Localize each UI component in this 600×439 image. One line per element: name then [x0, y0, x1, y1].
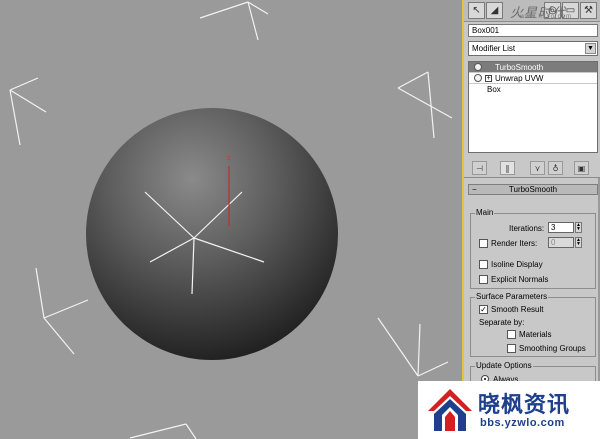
main-group: Main Iterations: 3 ▲ ▼ Render Iters: 0 ▲ ▼…: [470, 208, 596, 289]
configure-sets-icon[interactable]: ▣: [574, 161, 589, 175]
viewport-scene: z: [9, 1, 453, 439]
chevron-down-icon[interactable]: ▼: [585, 43, 596, 54]
stack-item-box[interactable]: Box: [469, 84, 597, 95]
main-group-title: Main: [475, 208, 495, 217]
modifier-list-dropdown[interactable]: Modifier List ▼: [468, 41, 598, 56]
surface-group-title: Surface Parameters: [475, 292, 549, 301]
explicit-normals-checkbox[interactable]: [479, 275, 488, 284]
command-panel: ↖ ◢ ◎ ▭ ⚒ 火星时代 www.hxsd.com Box001 Modif…: [462, 0, 600, 439]
materials-checkbox[interactable]: [507, 330, 516, 339]
modifier-stack[interactable]: TurboSmooth + Unwrap UVW Box: [468, 61, 598, 153]
render-iters-label: Render Iters:: [491, 239, 538, 248]
isoline-display-checkbox[interactable]: [479, 260, 488, 269]
site-logo: 晓枫资讯 bbs.yzwlo.com: [418, 381, 600, 439]
iterations-spinner[interactable]: 3: [548, 222, 574, 233]
remove-modifier-icon[interactable]: ♁: [548, 161, 563, 175]
stack-item-unwrap-uvw[interactable]: + Unwrap UVW: [469, 73, 597, 84]
render-iters-checkbox[interactable]: [479, 239, 488, 248]
expand-plus-icon[interactable]: +: [485, 75, 492, 82]
isoline-display-label: Isoline Display: [491, 260, 543, 269]
stack-item-label: TurboSmooth: [495, 63, 544, 72]
perspective-viewport[interactable]: z: [0, 0, 462, 439]
smoothing-groups-label: Smoothing Groups: [519, 344, 586, 353]
iterations-label: Iterations:: [509, 224, 545, 233]
sphere-object[interactable]: [86, 108, 338, 360]
explicit-normals-label: Explicit Normals: [491, 275, 549, 284]
house-logo-icon: [428, 389, 472, 431]
smoothing-groups-checkbox[interactable]: [507, 344, 516, 353]
stack-item-label: Box: [487, 85, 501, 94]
create-tab-icon[interactable]: ↖: [468, 2, 485, 19]
surface-parameters-group: Surface Parameters ✓ Smooth Result Separ…: [470, 292, 596, 357]
show-end-result-icon[interactable]: ‖: [500, 161, 515, 175]
turbosmooth-rollout-header[interactable]: − TurboSmooth: [468, 184, 598, 195]
command-panel-tabs: ↖ ◢ ◎ ▭ ⚒ 火星时代 www.hxsd.com: [464, 0, 600, 22]
logo-name: 晓枫资讯: [478, 393, 571, 418]
smooth-result-label: Smooth Result: [491, 305, 544, 314]
rollout-title: TurboSmooth: [508, 185, 558, 194]
object-name-field[interactable]: Box001: [468, 24, 598, 37]
spinner-arrows-icon[interactable]: ▲ ▼: [575, 222, 582, 233]
make-unique-icon[interactable]: ⋎: [530, 161, 545, 175]
update-group-title: Update Options: [475, 361, 533, 370]
collapse-minus-icon[interactable]: −: [472, 185, 477, 194]
stack-item-turbosmooth[interactable]: TurboSmooth: [469, 62, 597, 73]
spinner-arrows-icon[interactable]: ▲ ▼: [575, 237, 582, 248]
render-iters-spinner[interactable]: 0: [548, 237, 574, 248]
stack-item-label: Unwrap UVW: [495, 74, 544, 83]
materials-label: Materials: [519, 330, 552, 339]
smooth-result-checkbox[interactable]: ✓: [479, 305, 488, 314]
watermark-url: www.hxsd.com: [520, 14, 573, 20]
modifier-list-label: Modifier List: [472, 44, 516, 53]
utilities-tab-icon[interactable]: ⚒: [580, 2, 597, 19]
z-axis-label: z: [227, 155, 231, 162]
pin-stack-icon[interactable]: ⊣: [472, 161, 487, 175]
logo-url: bbs.yzwlo.com: [480, 417, 565, 429]
separate-by-label: Separate by:: [479, 318, 525, 327]
modify-tab-icon[interactable]: ◢: [486, 2, 503, 19]
stack-toolbar: ⊣ ‖ ⋎ ♁ ▣: [464, 158, 600, 178]
lightbulb-icon[interactable]: [474, 74, 482, 82]
lightbulb-icon[interactable]: [474, 63, 482, 71]
